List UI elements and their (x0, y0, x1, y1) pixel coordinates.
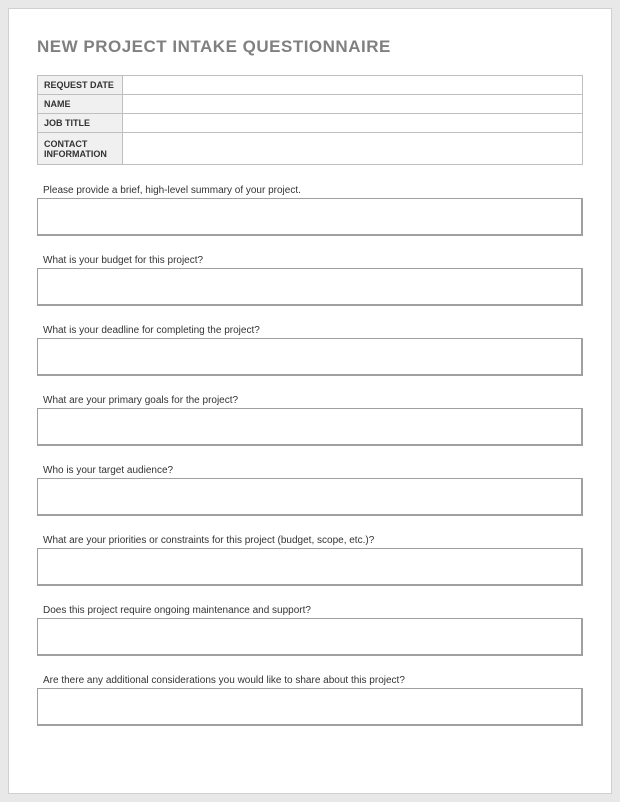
answer-input[interactable] (37, 618, 583, 656)
document-page: NEW PROJECT INTAKE QUESTIONNAIRE REQUEST… (8, 8, 612, 794)
question-block: What is your budget for this project? (37, 255, 583, 311)
question-block: Please provide a brief, high-level summa… (37, 185, 583, 241)
info-input[interactable] (129, 80, 576, 90)
info-row-label: CONTACT INFORMATION (38, 133, 123, 165)
info-table-body: REQUEST DATENAMEJOB TITLECONTACT INFORMA… (38, 76, 583, 165)
question-block: Are there any additional considerations … (37, 675, 583, 731)
question-block: Does this project require ongoing mainte… (37, 605, 583, 661)
question-block: What is your deadline for completing the… (37, 325, 583, 381)
page-title: NEW PROJECT INTAKE QUESTIONNAIRE (37, 37, 583, 57)
question-label: What is your budget for this project? (37, 255, 583, 267)
question-label: Who is your target audience? (37, 465, 583, 477)
answer-input[interactable] (37, 338, 583, 376)
question-label: What are your primary goals for the proj… (37, 395, 583, 407)
info-row-value-cell (123, 76, 583, 95)
info-input[interactable] (129, 118, 576, 128)
contact-info-table: REQUEST DATENAMEJOB TITLECONTACT INFORMA… (37, 75, 583, 165)
question-label: What are your priorities or constraints … (37, 535, 583, 547)
question-label: What is your deadline for completing the… (37, 325, 583, 337)
question-label: Does this project require ongoing mainte… (37, 605, 583, 617)
info-row: NAME (38, 95, 583, 114)
question-block: What are your primary goals for the proj… (37, 395, 583, 451)
answer-input[interactable] (37, 268, 583, 306)
info-row-value-cell (123, 95, 583, 114)
question-label: Are there any additional considerations … (37, 675, 583, 687)
info-row-label: JOB TITLE (38, 114, 123, 133)
answer-input[interactable] (37, 408, 583, 446)
info-input[interactable] (129, 99, 576, 109)
info-row-label: NAME (38, 95, 123, 114)
info-row: CONTACT INFORMATION (38, 133, 583, 165)
info-row-label: REQUEST DATE (38, 76, 123, 95)
question-block: Who is your target audience? (37, 465, 583, 521)
question-block: What are your priorities or constraints … (37, 535, 583, 591)
answer-input[interactable] (37, 548, 583, 586)
answer-input[interactable] (37, 688, 583, 726)
info-row-value-cell (123, 114, 583, 133)
info-row-value-cell (123, 133, 583, 165)
questions-container: Please provide a brief, high-level summa… (37, 185, 583, 731)
answer-input[interactable] (37, 198, 583, 236)
question-label: Please provide a brief, high-level summa… (37, 185, 583, 197)
info-input[interactable] (129, 137, 576, 160)
info-row: JOB TITLE (38, 114, 583, 133)
info-row: REQUEST DATE (38, 76, 583, 95)
answer-input[interactable] (37, 478, 583, 516)
